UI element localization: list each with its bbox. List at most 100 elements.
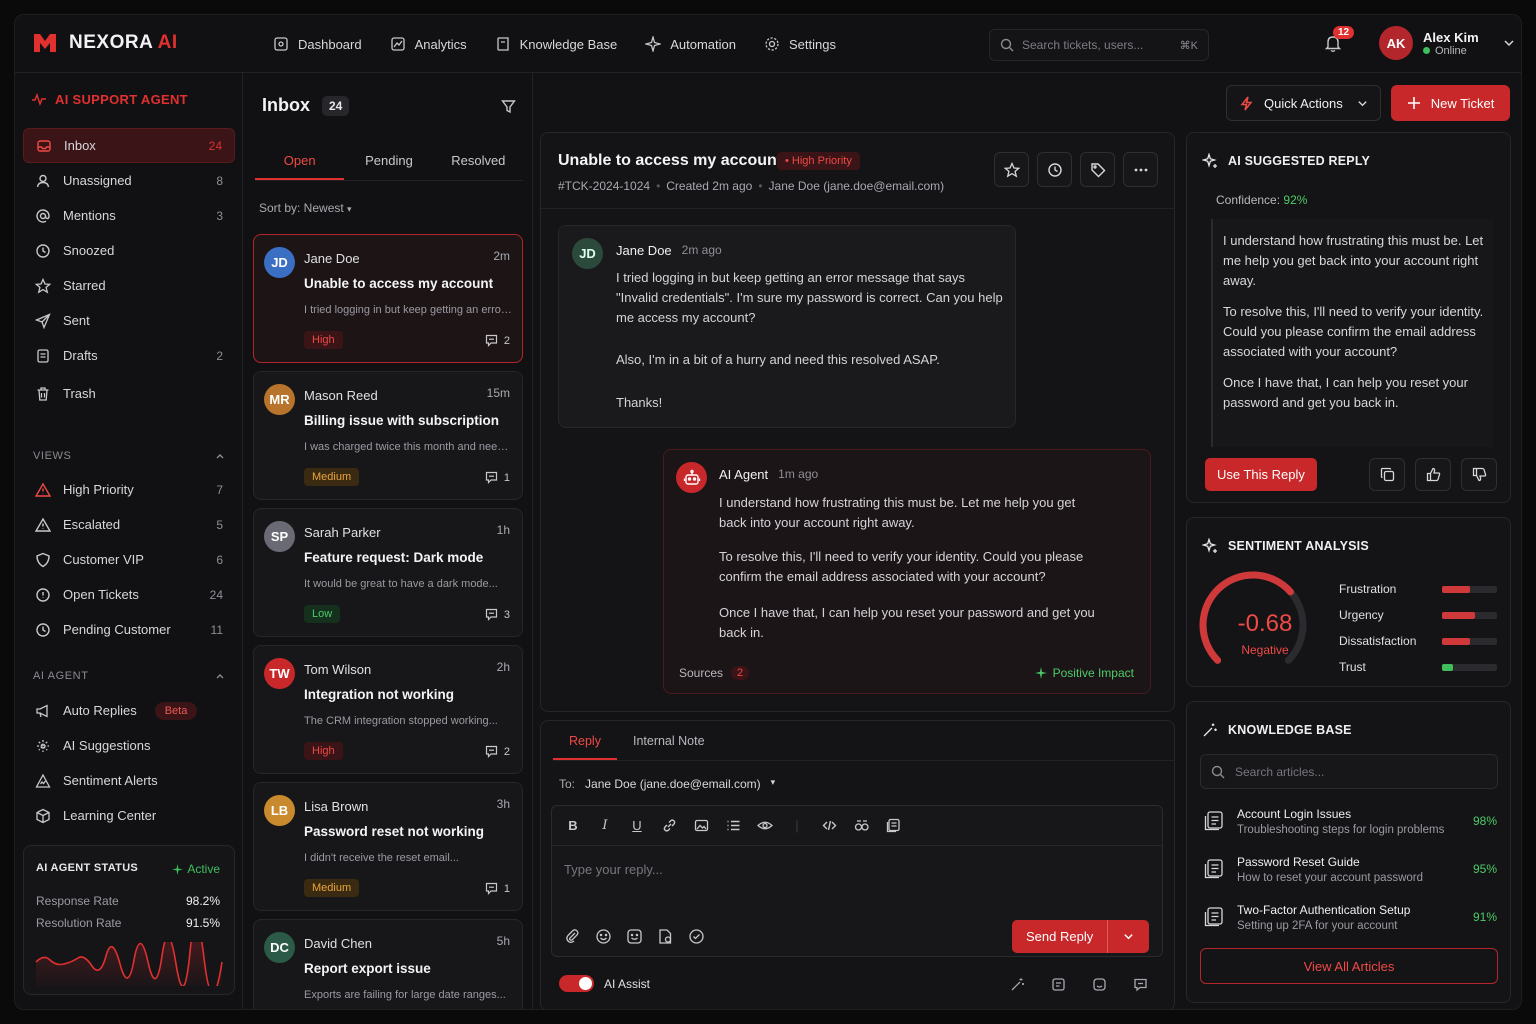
ai-agent-list: Auto Replies Beta AI Suggestions Sentime… [23, 693, 235, 833]
tab-pending[interactable]: Pending [344, 139, 433, 180]
sidebar-item-escalated[interactable]: Escalated 5 [23, 507, 235, 542]
sidebar-item-pending-customer[interactable]: Pending Customer 11 [23, 612, 235, 647]
thumbs-up-button[interactable] [1415, 458, 1451, 491]
nav-automation[interactable]: Automation [645, 36, 736, 52]
message-body: I tried logging in but keep getting an e… [616, 268, 1003, 413]
priority-badge: Low [304, 605, 341, 623]
kb-article[interactable]: Two-Factor Authentication Setup Setting u… [1201, 900, 1499, 940]
filter-button[interactable] [501, 99, 516, 114]
nav-dashboard[interactable]: Dashboard [273, 36, 362, 52]
notifications-button[interactable]: 12 [1323, 26, 1355, 53]
ticket-time: 2h [496, 660, 510, 674]
view-all-articles-button[interactable]: View All Articles [1200, 948, 1498, 984]
views-section-header[interactable]: VIEWS [33, 450, 225, 462]
brand-logo[interactable]: NEXORA AI [31, 29, 178, 57]
smile-box-icon[interactable] [1092, 977, 1107, 992]
image-icon[interactable] [692, 817, 710, 835]
template-icon[interactable] [884, 817, 902, 835]
note-icon[interactable] [1051, 977, 1066, 992]
sidebar-item-inbox[interactable]: Inbox 24 [23, 128, 235, 163]
ai-assist-toggle[interactable]: AI Assist [559, 975, 650, 992]
italic-icon[interactable]: I [596, 817, 614, 835]
code-icon[interactable] [820, 817, 838, 835]
nav-knowledge-base[interactable]: Knowledge Base [495, 36, 617, 52]
sidebar-item-label: Mentions [63, 208, 116, 223]
chat-icon[interactable] [1133, 977, 1148, 992]
file-icon[interactable] [657, 928, 674, 945]
check-circle-icon[interactable] [688, 928, 705, 945]
tab-resolved[interactable]: Resolved [434, 139, 523, 180]
message-line: me access my account? [616, 310, 756, 325]
global-search-input[interactable]: Search tickets, users... ⌘K [989, 29, 1209, 61]
message-line: Also, I'm in a bit of a hurry and need t… [616, 352, 940, 367]
kb-article-title: Two-Factor Authentication Setup [1237, 903, 1411, 917]
sidebar-item-high-priority[interactable]: High Priority 7 [23, 472, 235, 507]
kb-search-input[interactable]: Search articles... [1200, 754, 1498, 789]
thumbs-down-button[interactable] [1461, 458, 1497, 491]
variable-icon[interactable] [852, 817, 870, 835]
link-icon[interactable] [660, 817, 678, 835]
sidebar-item-learning-center[interactable]: Learning Center [23, 798, 235, 833]
sidebar-item-sent[interactable]: Sent [23, 303, 235, 338]
snooze-button[interactable] [1037, 152, 1072, 187]
ticket-card[interactable]: LB Lisa Brown 3h Password reset not working… [253, 782, 523, 911]
toggle-switch[interactable] [559, 975, 594, 992]
emoji-icon[interactable] [595, 928, 612, 945]
kb-article[interactable]: Account Login Issues Troubleshooting step… [1201, 804, 1499, 844]
send-options-dropdown[interactable] [1108, 931, 1149, 942]
sidebar-item-count: 7 [216, 482, 223, 497]
kb-article-title: Account Login Issues [1237, 807, 1352, 821]
sidebar-item-snoozed[interactable]: Snoozed [23, 233, 235, 268]
sidebar-item-trash[interactable]: Trash [23, 376, 235, 411]
tab-reply[interactable]: Reply [553, 721, 617, 760]
user-menu[interactable]: AK Alex Kim Online [1379, 26, 1515, 60]
paperclip-icon[interactable] [564, 928, 581, 945]
tab-open[interactable]: Open [255, 139, 345, 180]
nav-analytics[interactable]: Analytics [390, 36, 467, 52]
sentiment-bar-track [1442, 611, 1497, 619]
sidebar-item-unassigned[interactable]: Unassigned 8 [23, 163, 235, 198]
send-reply-button[interactable]: Send Reply [1012, 920, 1149, 953]
copy-button[interactable] [1369, 458, 1405, 491]
sidebar-item-starred[interactable]: Starred [23, 268, 235, 303]
sidebar-item-mentions[interactable]: Mentions 3 [23, 198, 235, 233]
sidebar-item-sentiment-alerts[interactable]: Sentiment Alerts [23, 763, 235, 798]
sidebar-item-drafts[interactable]: Drafts 2 [23, 338, 235, 373]
sources-button[interactable]: Sources 2 [679, 666, 750, 680]
sidebar-item-auto-replies[interactable]: Auto Replies Beta [23, 693, 235, 728]
sidebar-item-ai-suggestions[interactable]: AI Suggestions [23, 728, 235, 763]
underline-icon[interactable]: U [628, 817, 646, 835]
ticket-card[interactable]: TW Tom Wilson 2h Integration not working The… [253, 645, 523, 774]
reply-input[interactable]: Type your reply... [564, 862, 663, 877]
ticket-card[interactable]: JD Jane Doe 2m Unable to access my account I… [253, 234, 523, 363]
ticket-id: #TCK-2024-1024 [558, 179, 651, 193]
requester[interactable]: Jane Doe (jane.doe@email.com) [769, 179, 945, 193]
recipient-field[interactable]: To: Jane Doe (jane.doe@email.com) ▾ [559, 777, 775, 791]
suggested-reply-text[interactable]: I understand how frustrating this must b… [1211, 219, 1493, 447]
tab-internal-note[interactable]: Internal Note [617, 721, 721, 760]
ticket-card[interactable]: SP Sarah Parker 1h Feature request: Dark mo… [253, 508, 523, 637]
ticket-card[interactable]: DC David Chen 5h Report export issue Exports… [253, 919, 523, 1009]
magic-wand-icon[interactable] [1010, 977, 1025, 992]
eye-icon[interactable] [756, 817, 774, 835]
attachment-toolbar [564, 928, 705, 945]
ticket-card[interactable]: MR Mason Reed 15m Billing issue with subscr… [253, 371, 523, 500]
ai-agent-section-header[interactable]: AI AGENT [33, 670, 225, 682]
thumbs-up-icon [1426, 467, 1440, 482]
new-ticket-button[interactable]: New Ticket [1390, 85, 1511, 121]
nav-settings[interactable]: Settings [764, 36, 836, 52]
sidebar-item-customer-vip[interactable]: Customer VIP 6 [23, 542, 235, 577]
use-this-reply-button[interactable]: Use This Reply [1205, 458, 1317, 491]
bold-icon[interactable]: B [564, 817, 582, 835]
sidebar-item-open-tickets[interactable]: Open Tickets 24 [23, 577, 235, 612]
sort-dropdown[interactable]: Sort by: Newest ▾ [259, 201, 352, 215]
nav-settings-label: Settings [788, 36, 836, 52]
quick-actions-button[interactable]: Quick Actions [1226, 85, 1381, 121]
more-button[interactable] [1123, 152, 1158, 187]
list-icon[interactable] [724, 817, 742, 835]
star-button[interactable] [994, 152, 1029, 187]
comment-count: 2 [485, 745, 510, 758]
sticker-icon[interactable] [626, 928, 643, 945]
tag-button[interactable] [1080, 152, 1115, 187]
kb-article[interactable]: Password Reset Guide How to reset your ac… [1201, 852, 1499, 892]
